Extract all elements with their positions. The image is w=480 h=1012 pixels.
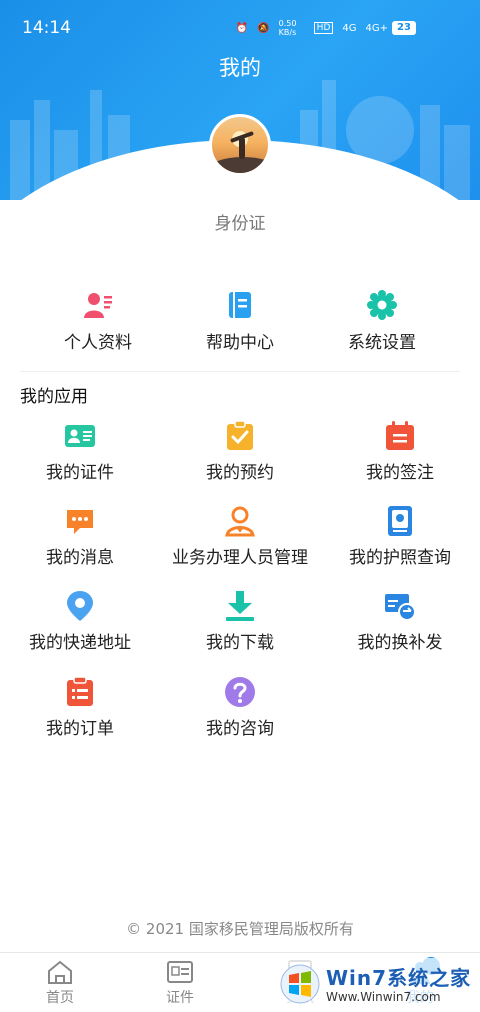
shortcut-label: 系统设置 — [348, 333, 416, 353]
app-label: 我的咨询 — [206, 719, 274, 739]
app-label: 我的快递地址 — [29, 633, 131, 653]
person-icon — [225, 506, 255, 537]
clipboard-check-icon — [227, 420, 253, 450]
app-my-orders[interactable]: 我的订单 — [0, 676, 160, 739]
status-icons: ⏰ 🔕 0.50 KB/s HD 4G 4G+ — [236, 19, 388, 37]
app-business-staff-management[interactable]: 业务办理人员管理 — [160, 505, 320, 568]
status-bar: 14:14 ⏰ 🔕 0.50 KB/s HD 4G 4G+ 23 — [0, 0, 480, 56]
tab-certificates[interactable]: 证件 — [120, 959, 240, 1007]
order-list-icon — [67, 676, 93, 706]
app-my-delivery-address[interactable]: 我的快递地址 — [0, 590, 160, 653]
app-label: 我的换补发 — [357, 633, 443, 653]
tab-label: 证件 — [166, 990, 194, 1006]
windows-logo-icon — [280, 964, 320, 1004]
hd-label: HD — [313, 22, 334, 34]
app-label: 我的证件 — [46, 463, 114, 483]
shortcut-label: 个人资料 — [64, 333, 132, 353]
app-my-appointments[interactable]: 我的预约 — [160, 420, 320, 483]
tab-label: 首页 — [46, 990, 74, 1006]
question-icon — [225, 677, 255, 707]
app-my-downloads[interactable]: 我的下载 — [160, 590, 320, 653]
battery-indicator: 23 — [392, 21, 416, 35]
help-book-icon — [229, 292, 251, 318]
shortcut-help[interactable]: 帮助中心 — [160, 290, 320, 353]
app-my-replacement[interactable]: 我的换补发 — [320, 590, 480, 653]
mute-icon: 🔕 — [257, 22, 270, 34]
download-icon — [226, 591, 254, 621]
alarm-icon: ⏰ — [235, 22, 249, 34]
gear-icon — [367, 290, 397, 320]
app-my-certificates[interactable]: 我的证件 — [0, 420, 160, 483]
app-label: 我的消息 — [46, 548, 114, 568]
profile-card-icon — [84, 293, 112, 318]
passport-icon — [388, 506, 412, 536]
app-label: 我的签注 — [366, 463, 434, 483]
signal-4g: 4G — [342, 22, 357, 34]
signal-4g-plus: 4G+ — [365, 22, 389, 34]
copyright-text: © 2021 国家移民管理局版权所有 — [126, 920, 354, 938]
user-id-label[interactable]: 身份证 — [0, 209, 480, 234]
watermark-url: Www.Winwin7.com — [326, 990, 441, 1004]
location-pin-icon — [67, 591, 93, 621]
chat-bubble-icon — [67, 510, 93, 534]
app-my-messages[interactable]: 我的消息 — [0, 505, 160, 568]
top-shortcuts: 个人资料 帮助中心 系统设置 — [0, 290, 480, 362]
apps-section-title: 我的应用 — [20, 387, 88, 407]
shortcut-profile[interactable]: 个人资料 — [18, 290, 178, 353]
avatar-person — [239, 137, 245, 159]
tab-home[interactable]: 首页 — [0, 959, 120, 1007]
shortcut-settings[interactable]: 系统设置 — [302, 290, 462, 353]
app-label: 我的护照查询 — [349, 548, 451, 568]
watermark-overlay: Win7系统之家 Www.Winwin7.com — [274, 958, 474, 1010]
shortcut-label: 帮助中心 — [206, 333, 274, 353]
app-my-consultations[interactable]: 我的咨询 — [160, 676, 320, 739]
net-speed: 0.50 KB/s — [278, 19, 297, 37]
app-label: 我的订单 — [46, 719, 114, 739]
id-card-icon — [65, 425, 95, 447]
app-label: 我的下载 — [206, 633, 274, 653]
page-title: 我的 — [219, 56, 261, 80]
status-time: 14:14 — [22, 18, 71, 38]
app-my-passport-query[interactable]: 我的护照查询 — [320, 505, 480, 568]
app-label: 业务办理人员管理 — [172, 548, 308, 568]
exchange-card-icon — [385, 594, 416, 621]
avatar[interactable] — [209, 114, 271, 176]
app-my-endorsements[interactable]: 我的签注 — [320, 420, 480, 483]
id-card-outline-icon — [167, 961, 193, 983]
watermark-title: Win7系统之家 — [326, 966, 472, 990]
home-icon — [48, 960, 72, 984]
app-label: 我的预约 — [206, 463, 274, 483]
calendar-icon — [386, 421, 414, 450]
section-divider — [20, 371, 460, 372]
